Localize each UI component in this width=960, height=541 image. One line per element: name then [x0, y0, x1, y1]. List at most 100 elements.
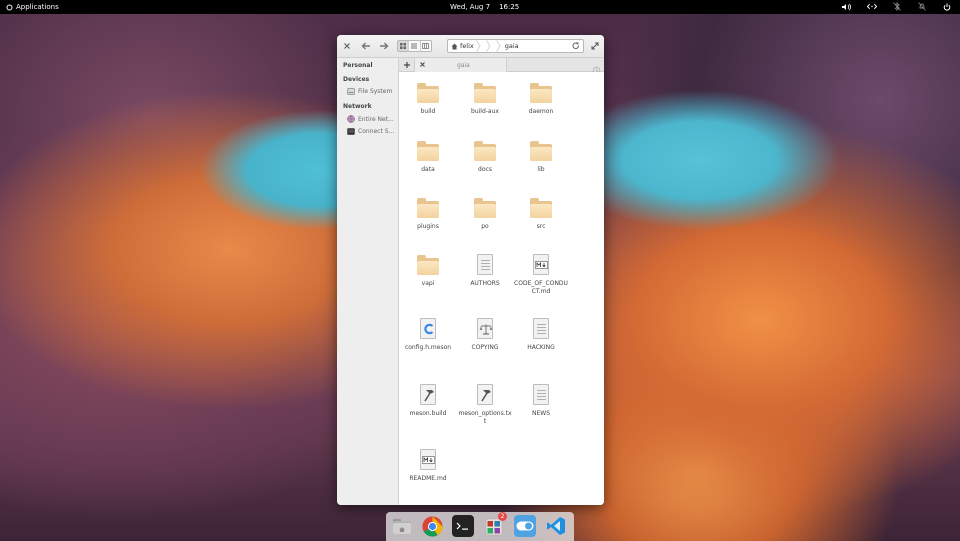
server-icon	[347, 128, 355, 135]
breadcrumb-home[interactable]: felix	[451, 42, 474, 50]
file-item[interactable]: HACKING	[514, 318, 568, 352]
reload-icon	[572, 42, 579, 50]
folder-icon	[416, 82, 440, 104]
settings-toggle-icon[interactable]	[514, 515, 536, 537]
sidebar-header-network[interactable]: Network	[343, 103, 372, 110]
datetime-indicator[interactable]: Wed, Aug 7 16:25	[450, 3, 519, 11]
forward-button[interactable]	[378, 40, 390, 52]
folder-item[interactable]: daemon	[514, 82, 568, 116]
applications-label: Applications	[16, 3, 59, 11]
sidebar: Personal Devices File System Network Ent…	[337, 58, 399, 505]
file-name-label: README.md	[409, 475, 447, 482]
file-item[interactable]: meson.build	[401, 384, 455, 418]
breadcrumb-separator	[494, 40, 504, 53]
folder-icon	[473, 82, 497, 104]
folder-icon	[529, 140, 553, 162]
file-item[interactable]: CODE_OF_CONDUCT.md	[514, 254, 568, 296]
drive-icon	[347, 88, 355, 95]
folder-item[interactable]: plugins	[401, 197, 455, 231]
file-name-label: plugins	[417, 223, 439, 230]
icon-view-button[interactable]	[398, 41, 410, 51]
file-name-label: meson.build	[409, 410, 447, 417]
file-name-label: build	[420, 108, 436, 115]
folder-item[interactable]: lib	[514, 140, 568, 174]
applications-menu[interactable]: Applications	[6, 3, 59, 11]
folder-icon	[416, 197, 440, 219]
folder-item[interactable]: build	[401, 82, 455, 116]
close-window-button[interactable]	[342, 40, 352, 52]
dock: 2	[386, 512, 574, 541]
folder-item[interactable]: vapi	[401, 254, 455, 288]
tab-label: gaia	[457, 62, 470, 69]
file-name-label: meson_options.txt	[458, 410, 512, 425]
sidebar-item-connect-server[interactable]: Connect S...	[347, 128, 397, 135]
file-name-label: data	[421, 166, 435, 173]
breadcrumb-separator	[484, 40, 494, 53]
sidebar-item-label: Connect S...	[358, 128, 395, 135]
maximize-button[interactable]	[590, 40, 600, 52]
file-name-label: lib	[537, 166, 545, 173]
volume-icon[interactable]	[842, 2, 852, 11]
sidebar-item-file-system[interactable]: File System	[347, 88, 397, 95]
columns-icon	[422, 43, 430, 49]
file-name-label: po	[481, 223, 489, 230]
c-source-icon	[416, 318, 440, 340]
maximize-icon	[591, 42, 599, 50]
folder-item[interactable]: po	[458, 197, 512, 231]
tab-bar: gaia	[399, 58, 604, 75]
files-icon[interactable]	[391, 515, 413, 537]
tab-gaia[interactable]: gaia	[415, 58, 507, 72]
file-item[interactable]: config.h.meson	[401, 318, 455, 352]
folder-icon	[416, 140, 440, 162]
file-item[interactable]: NEWS	[514, 384, 568, 418]
breadcrumb-current[interactable]: gaia	[505, 42, 519, 50]
file-item[interactable]: meson_options.txt	[458, 384, 512, 426]
app-center-icon[interactable]: 2	[483, 512, 507, 537]
folder-item[interactable]: data	[401, 140, 455, 174]
file-item[interactable]: COPYING	[458, 318, 512, 352]
headerbar: felix gaia	[337, 35, 604, 58]
folder-item[interactable]: build-aux	[458, 82, 512, 116]
power-icon[interactable]	[942, 2, 952, 11]
reload-button[interactable]	[572, 42, 580, 52]
arrow-left-icon	[361, 42, 370, 50]
text-file-icon	[529, 384, 553, 406]
file-name-label: COPYING	[471, 344, 499, 351]
chrome-icon[interactable]	[421, 515, 443, 537]
bluetooth-icon[interactable]	[892, 2, 902, 11]
top-panel: Applications Wed, Aug 7 16:25	[0, 0, 960, 14]
sidebar-item-label: File System	[358, 88, 393, 95]
network-icon[interactable]	[867, 2, 877, 11]
column-view-button[interactable]	[421, 41, 431, 51]
file-name-label: AUTHORS	[470, 280, 500, 287]
folder-item[interactable]: docs	[458, 140, 512, 174]
list-icon	[411, 43, 418, 49]
file-item[interactable]: AUTHORS	[458, 254, 512, 288]
sidebar-item-entire-network[interactable]: Entire Net...	[347, 115, 397, 123]
new-tab-button[interactable]	[399, 58, 415, 72]
file-name-label: HACKING	[527, 344, 555, 351]
build-file-icon	[416, 384, 440, 406]
file-name-label: vapi	[421, 280, 435, 287]
sidebar-header-devices[interactable]: Devices	[343, 76, 369, 83]
back-button[interactable]	[360, 40, 372, 52]
terminal-icon[interactable]	[452, 515, 474, 537]
folder-icon	[416, 254, 440, 276]
sidebar-header-personal[interactable]: Personal	[343, 62, 373, 69]
list-view-button[interactable]	[409, 41, 421, 51]
tab-close-button[interactable]	[420, 61, 425, 69]
network-globe-icon	[347, 115, 355, 123]
update-badge: 2	[498, 512, 507, 521]
applications-icon	[6, 4, 13, 10]
location-bar[interactable]: felix gaia	[447, 39, 584, 53]
markdown-file-icon	[416, 449, 440, 471]
file-name-label: daemon	[528, 108, 554, 115]
breadcrumb-separator	[474, 40, 484, 53]
file-item[interactable]: README.md	[401, 449, 455, 483]
folder-item[interactable]: src	[514, 197, 568, 231]
vscode-icon[interactable]	[545, 515, 567, 537]
file-name-label: build-aux	[471, 108, 499, 115]
file-name-label: docs	[478, 166, 492, 173]
folder-icon	[473, 197, 497, 219]
notifications-icon[interactable]	[917, 2, 927, 11]
